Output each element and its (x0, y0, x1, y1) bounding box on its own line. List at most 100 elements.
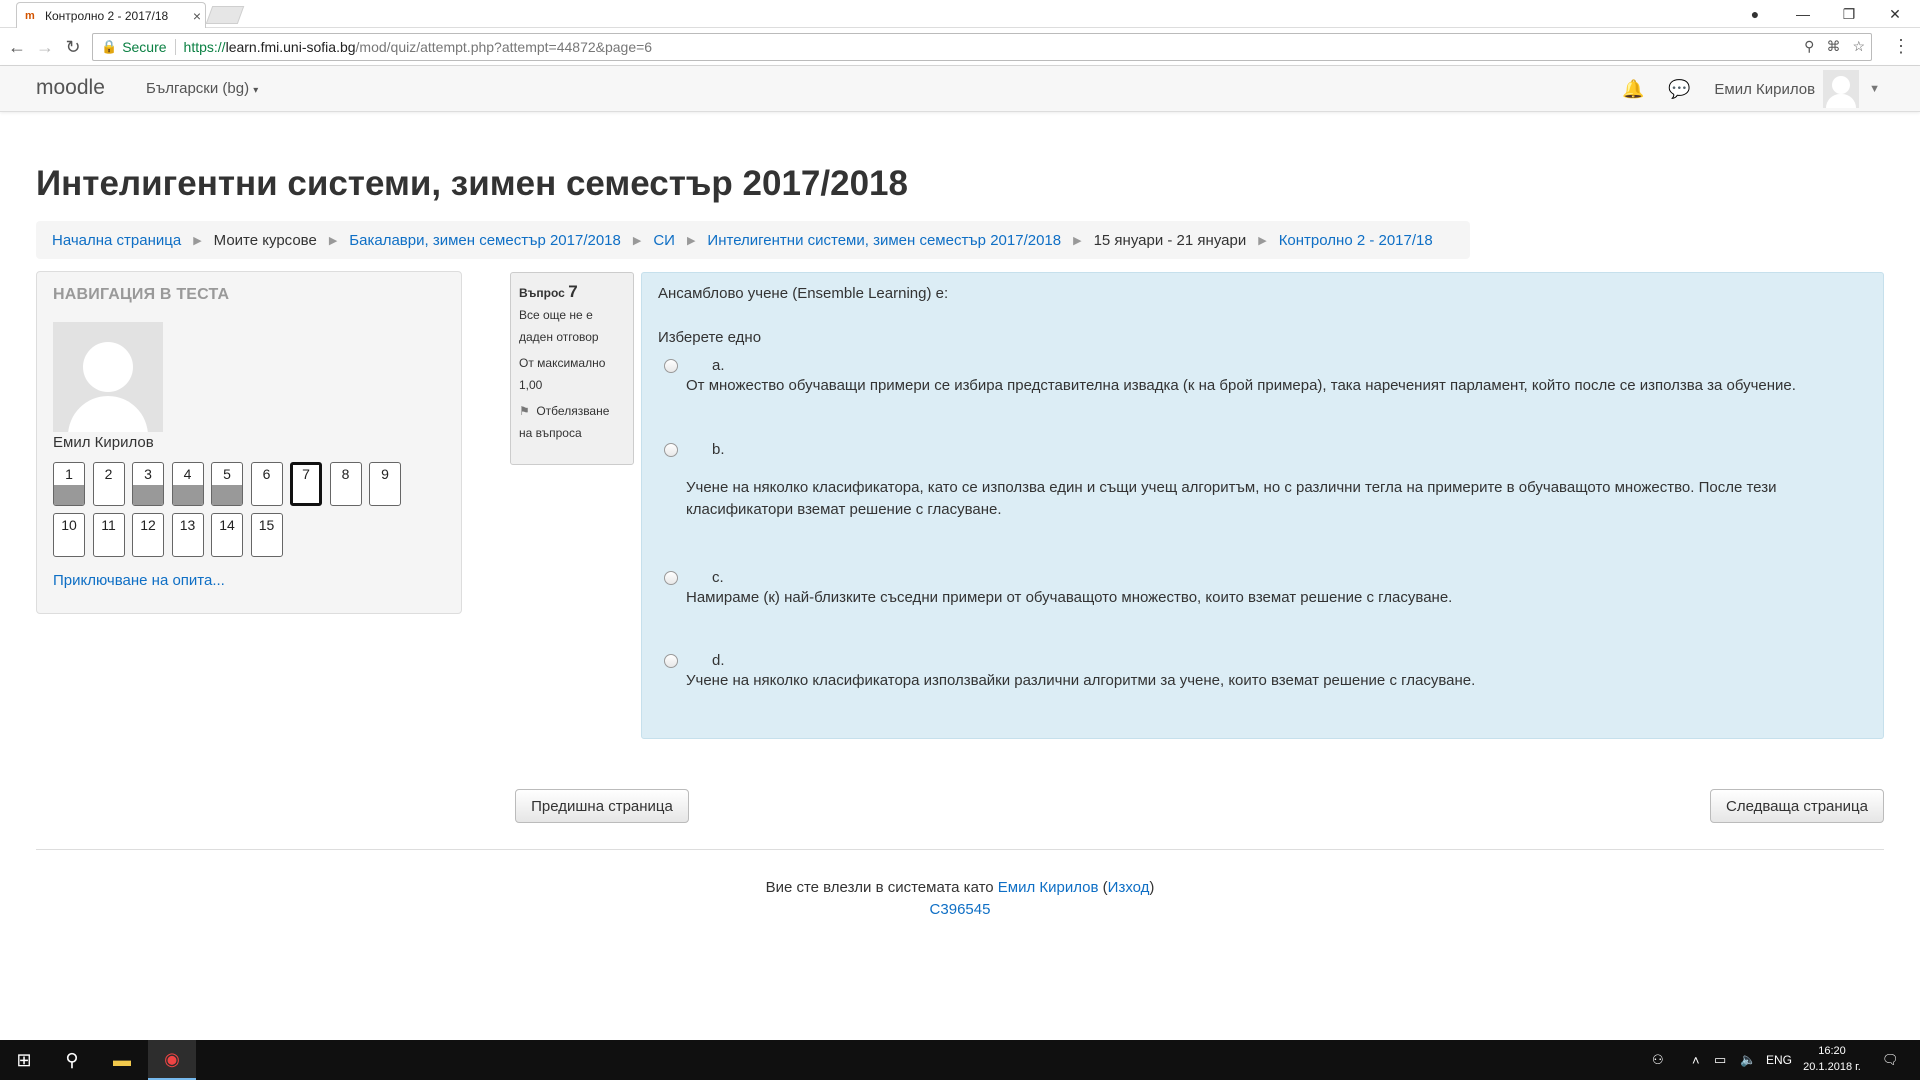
breadcrumb-separator-icon: ▶ (632, 234, 642, 247)
question-nav-number: 9 (381, 466, 389, 482)
question-nav-number: 2 (104, 466, 113, 482)
browser-tab[interactable]: m Контролно 2 - 2017/18 × (16, 2, 206, 28)
next-page-button[interactable]: Следваща страница (1710, 789, 1884, 823)
tray-chevron-up-icon[interactable]: ˄ (1692, 1040, 1700, 1080)
question-nav-button-6[interactable]: 6 (250, 462, 283, 506)
answer-option-d[interactable]: d. Учене на няколко класификатора използ… (664, 652, 1864, 702)
zoom-icon[interactable]: ⚲ (1804, 38, 1814, 55)
chevron-down-icon: ▾ (253, 85, 259, 96)
action-center-icon[interactable]: 🗨 (1882, 1040, 1899, 1080)
question-nav-button-8[interactable]: 8 (329, 462, 362, 506)
omnibox-separator (174, 39, 176, 55)
user-menu-caret-icon[interactable]: ▼ (1869, 83, 1880, 95)
breadcrumb-course[interactable]: Интелигентни системи, зимен семестър 201… (707, 232, 1061, 249)
breadcrumb-separator-icon: ▶ (1073, 234, 1082, 247)
question-number-line: Въпрос 7 (519, 281, 625, 304)
question-nav-button-12[interactable]: 12 (132, 513, 164, 557)
user-picture[interactable] (53, 322, 163, 432)
back-arrow-icon[interactable]: ← (6, 36, 28, 58)
quiz-nav-username: Емил Кирилов (53, 434, 154, 451)
moodle-brand-link[interactable]: moodle (36, 76, 105, 100)
breadcrumb-bachelors[interactable]: Бакалаври, зимен семестър 2017/2018 (349, 232, 621, 249)
question-nav-number: 1 (65, 466, 73, 482)
radio-button[interactable] (664, 654, 678, 668)
breadcrumb-quiz[interactable]: Контролно 2 - 2017/18 (1279, 232, 1433, 249)
answer-option-a[interactable]: a. От множество обучаващи примери се изб… (664, 357, 1864, 407)
address-bar[interactable]: 🔒 Secure https:// learn.fmi.uni-sofia.bg… (92, 33, 1872, 61)
answer-prompt: Изберете едно (658, 329, 762, 346)
language-label: Български (bg) (146, 80, 250, 97)
breadcrumb: Начална страница ▶ Моите курсове ▶ Бакал… (36, 221, 1470, 259)
volume-icon[interactable]: 🔈 (1740, 1040, 1756, 1080)
answer-option-c[interactable]: c. Намираме (к) най-близките съседни при… (664, 569, 1864, 619)
tab-close-icon[interactable]: × (189, 8, 205, 24)
breadcrumb-separator-icon: ▶ (1258, 234, 1267, 247)
breadcrumb-home[interactable]: Начална страница (52, 232, 181, 249)
question-state-line-1: Все още не е (519, 308, 593, 322)
reload-icon[interactable]: ↻ (62, 36, 84, 58)
question-nav-button-3[interactable]: 3 (132, 462, 164, 506)
minimize-button[interactable]: — (1780, 0, 1826, 28)
new-tab-button[interactable] (205, 6, 245, 24)
avatar[interactable] (1823, 70, 1860, 108)
question-nav-button-11[interactable]: 11 (92, 513, 125, 557)
question-nav-button-9[interactable]: 9 (369, 462, 401, 506)
notifications-bell-icon[interactable]: 🔔 (1610, 79, 1656, 100)
clock[interactable]: 16:20 20.1.2018 г. (1800, 1043, 1864, 1075)
page-title: Интелигентни системи, зимен семестър 201… (36, 164, 908, 203)
question-nav-button-1[interactable]: 1 (53, 462, 85, 506)
flag-question-line-2[interactable]: на въпроса (519, 422, 625, 444)
avatar-head-shape (1832, 76, 1851, 94)
option-text[interactable]: Учене на няколко класификатора използвай… (686, 670, 1866, 692)
footer-code-link[interactable]: C396545 (930, 901, 991, 918)
question-state-line-2: даден отговор (519, 330, 599, 344)
answer-option-b[interactable]: b. Учене на няколко класификатора, като … (664, 441, 1864, 531)
people-icon[interactable]: ⚇ (1652, 1040, 1664, 1080)
browser-menu-icon[interactable]: ⋮ (1892, 36, 1910, 57)
question-nav-number: 10 (61, 517, 77, 533)
language-menu[interactable]: Български (bg) ▾ (146, 80, 258, 97)
option-text[interactable]: От множество обучаващи примери се избира… (686, 375, 1866, 397)
logout-link[interactable]: Изход (1108, 879, 1150, 896)
radio-button[interactable] (664, 359, 678, 373)
question-nav-button-13[interactable]: 13 (171, 513, 204, 557)
question-nav-button-4[interactable]: 4 (171, 462, 204, 506)
network-icon[interactable]: ▭ (1714, 1040, 1726, 1080)
question-nav-button-14[interactable]: 14 (211, 513, 243, 557)
question-nav-button-15[interactable]: 15 (250, 513, 283, 557)
bookmark-star-icon[interactable]: ☆ (1852, 38, 1865, 55)
finish-attempt-link[interactable]: Приключване на опита... (53, 572, 225, 589)
question-nav-button-10[interactable]: 10 (53, 513, 85, 557)
forward-arrow-icon[interactable]: → (34, 36, 56, 58)
windows-start-icon[interactable]: ⊞ (0, 1040, 48, 1080)
chrome-taskbar-icon[interactable]: ◉ (148, 1040, 196, 1080)
translate-icon[interactable]: ⌘ (1826, 38, 1840, 55)
navbar-username[interactable]: Емил Кирилов (1714, 81, 1815, 98)
search-icon[interactable]: ⚲ (48, 1040, 96, 1080)
profile-icon[interactable]: ● (1732, 0, 1778, 28)
question-nav-button-7[interactable]: 7 (290, 462, 322, 506)
restore-button[interactable]: ❐ (1826, 0, 1872, 28)
windows-taskbar: ⊞ ⚲ ▬ ◉ ⚇ ˄ ▭ 🔈 ENG 16:20 20.1.2018 г. 🗨 (0, 1040, 1920, 1080)
flag-question-line-1: Отбелязване (536, 404, 610, 418)
breadcrumb-si[interactable]: СИ (653, 232, 675, 249)
option-letter: d. (712, 652, 725, 669)
previous-page-button[interactable]: Предишна страница (515, 789, 689, 823)
messages-icon[interactable]: 💬 (1656, 79, 1702, 100)
question-nav-button-2[interactable]: 2 (92, 462, 125, 506)
quiz-navigation-title: НАВИГАЦИЯ В ТЕСТА (53, 286, 230, 303)
close-window-button[interactable]: ✕ (1872, 0, 1918, 28)
input-language[interactable]: ENG (1766, 1040, 1792, 1080)
question-text: Ансамблово учене (Ensemble Learning) е: (658, 285, 949, 302)
footer-user-link[interactable]: Емил Кирилов (998, 879, 1099, 896)
flag-question-link[interactable]: ⚑ Отбелязване (519, 400, 625, 422)
radio-button[interactable] (664, 443, 678, 457)
secure-label: Secure (122, 39, 167, 55)
file-explorer-icon[interactable]: ▬ (98, 1040, 146, 1080)
moodle-navbar: moodle Български (bg) ▾ 🔔 💬 Емил Кирилов… (0, 66, 1920, 112)
question-nav-button-5[interactable]: 5 (211, 462, 243, 506)
option-text[interactable]: Намираме (к) най-близките съседни пример… (686, 587, 1866, 609)
question-grade-line-1: От максимално (519, 356, 606, 370)
radio-button[interactable] (664, 571, 678, 585)
option-text[interactable]: Учене на няколко класификатора, като се … (686, 477, 1866, 521)
